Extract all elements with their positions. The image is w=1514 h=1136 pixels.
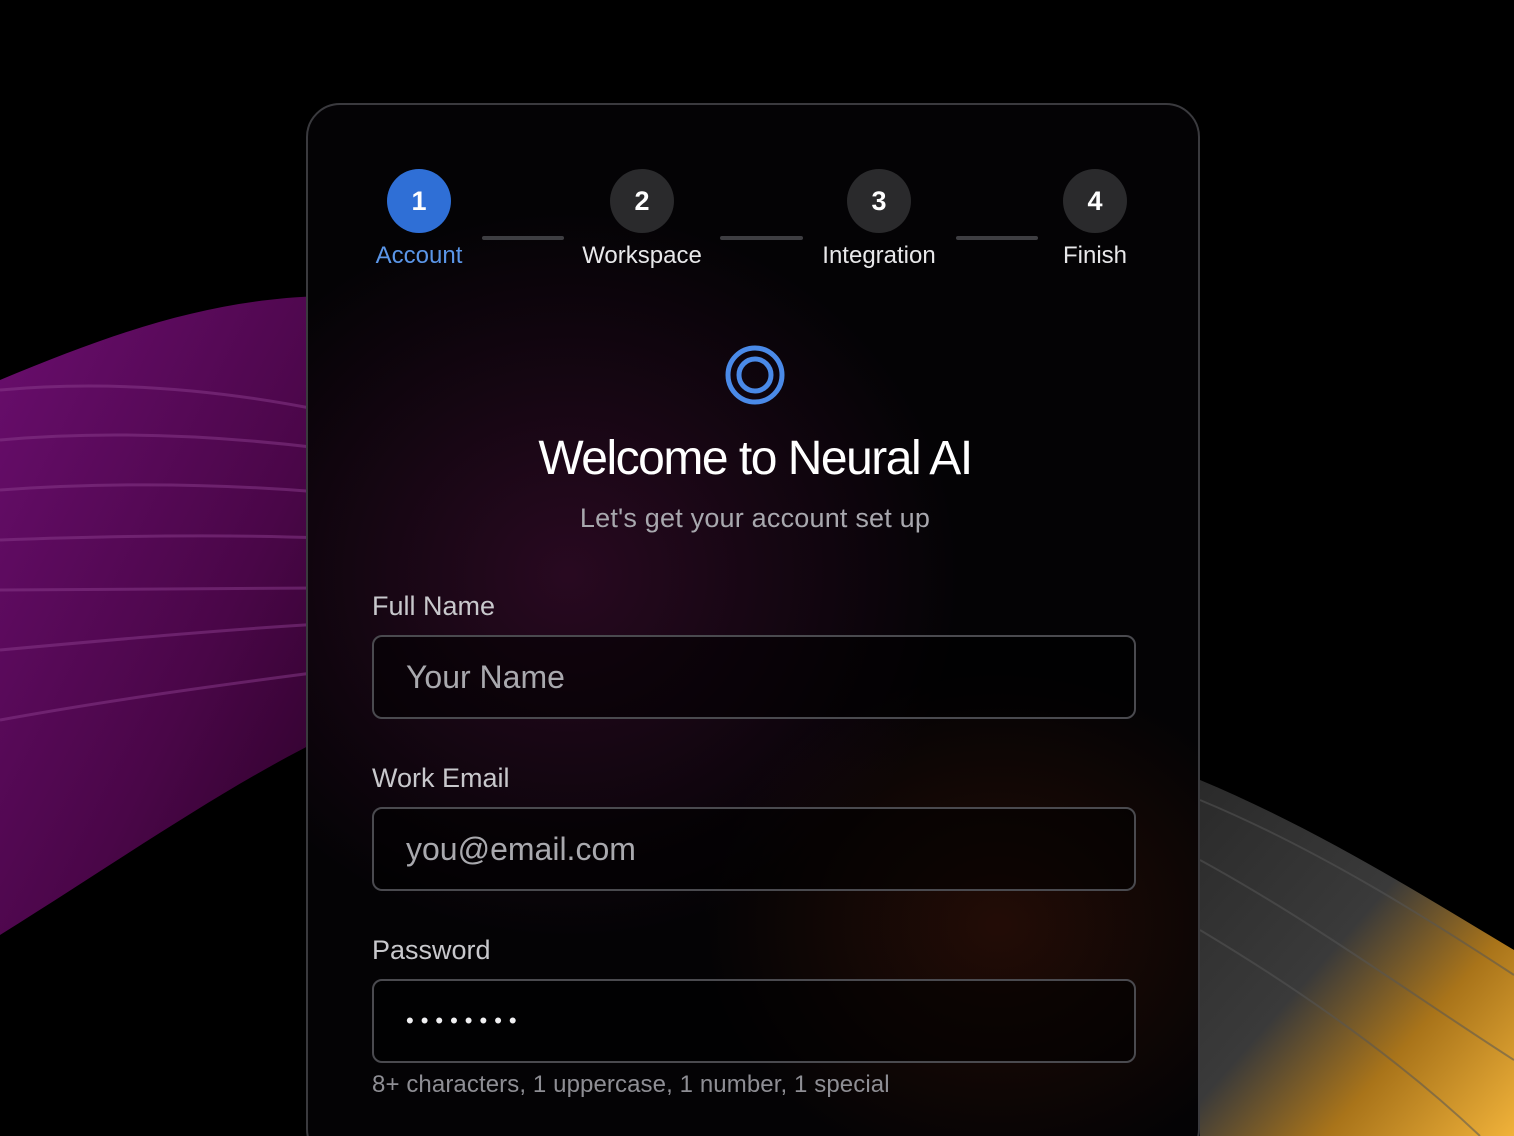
step-integration[interactable]: 3 Integration: [799, 169, 959, 270]
step-label: Account: [375, 242, 463, 269]
concentric-ring-icon: [725, 345, 785, 405]
work-email-input[interactable]: [372, 807, 1136, 891]
step-number-badge: 1: [387, 169, 451, 233]
password-input[interactable]: [372, 979, 1136, 1063]
page-subtitle: Let's get your account set up: [579, 503, 931, 533]
onboarding-screen: 1 Account 2 Workspace 3 Integration 4 Fi…: [0, 0, 1514, 1136]
step-number-badge: 3: [847, 169, 911, 233]
step-workspace[interactable]: 2 Workspace: [562, 169, 722, 270]
step-label: Integration: [822, 242, 936, 269]
password-requirements-hint: 8+ characters, 1 uppercase, 1 number, 1 …: [372, 1071, 890, 1098]
step-label: Finish: [1062, 242, 1128, 269]
password-label: Password: [372, 935, 491, 965]
work-email-label: Work Email: [372, 763, 510, 793]
page-title: Welcome to Neural AI: [538, 432, 973, 485]
full-name-input[interactable]: [372, 635, 1136, 719]
step-label: Workspace: [582, 242, 702, 269]
step-finish[interactable]: 4 Finish: [1015, 169, 1175, 270]
step-number-badge: 4: [1063, 169, 1127, 233]
full-name-label: Full Name: [372, 591, 496, 621]
onboarding-card: 1 Account 2 Workspace 3 Integration 4 Fi…: [306, 103, 1200, 1136]
step-connector: [720, 236, 803, 240]
step-number-badge: 2: [610, 169, 674, 233]
progress-stepper: 1 Account 2 Workspace 3 Integration 4 Fi…: [308, 105, 1198, 285]
step-account[interactable]: 1 Account: [339, 169, 499, 270]
